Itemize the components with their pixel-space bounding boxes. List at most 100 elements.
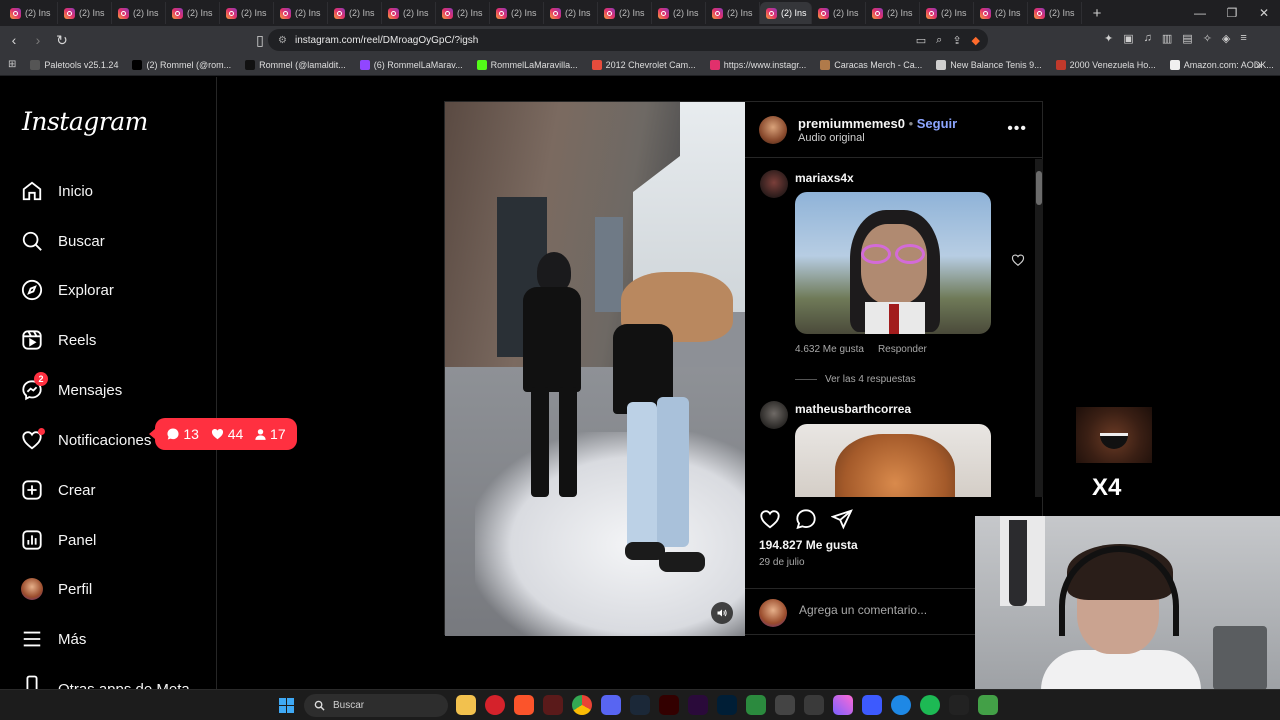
- browser-tab[interactable]: (2) Ins: [274, 2, 328, 24]
- reel-video[interactable]: [445, 102, 745, 636]
- browser-tab[interactable]: (2) Ins: [382, 2, 436, 24]
- comment-avatar[interactable]: [760, 401, 788, 429]
- browser-tab[interactable]: (2) Ins: [328, 2, 382, 24]
- spotify-icon[interactable]: [920, 695, 940, 715]
- nav-item-panel[interactable]: Panel: [20, 525, 96, 555]
- browser-tab[interactable]: (2) Ins: [220, 2, 274, 24]
- bookmark-item[interactable]: Rommel (@lamaldit...: [245, 59, 346, 70]
- bookmark-item[interactable]: 2012 Chevrolet Cam...: [591, 59, 696, 70]
- extensions-icon[interactable]: ✦: [1104, 32, 1113, 45]
- scrollbar-thumb[interactable]: [1036, 171, 1042, 205]
- app-icon[interactable]: [543, 695, 563, 715]
- comments-scrollbar[interactable]: [1035, 159, 1043, 497]
- nav-item-mas[interactable]: Más: [20, 624, 86, 654]
- brave-icon[interactable]: [514, 695, 534, 715]
- reply-button[interactable]: Responder: [878, 344, 927, 355]
- nav-item-otras-apps[interactable]: Otras apps de Meta: [20, 675, 190, 689]
- brave-shield-icon[interactable]: ◆: [972, 34, 980, 47]
- close-button[interactable]: ✕: [1248, 6, 1280, 20]
- notifications-popup[interactable]: 13 44 17: [149, 418, 297, 450]
- illustrator-icon[interactable]: [659, 695, 679, 715]
- browser-tab[interactable]: (2) Ins: [920, 2, 974, 24]
- site-info-icon[interactable]: ⚙: [278, 35, 287, 46]
- bookmark-item[interactable]: (6) RommelLaMarav...: [359, 59, 463, 70]
- bookmark-item[interactable]: RommelLaMaravilla...: [476, 59, 578, 70]
- maximize-button[interactable]: ❐: [1216, 6, 1248, 20]
- steam-icon[interactable]: [630, 695, 650, 715]
- browser-tab[interactable]: (2) Ins: [598, 2, 652, 24]
- comment-likes[interactable]: 4.632 Me gusta: [795, 344, 864, 355]
- author-avatar[interactable]: [759, 116, 787, 144]
- browser-tab[interactable]: (2) Ins: [866, 2, 920, 24]
- audio-label[interactable]: Audio original: [798, 132, 865, 144]
- browser-tab[interactable]: (2) Ins: [1028, 2, 1082, 24]
- nav-item-buscar[interactable]: Buscar: [20, 226, 105, 256]
- browser-tab[interactable]: (2) Ins: [812, 2, 866, 24]
- chrome-icon[interactable]: [572, 695, 592, 715]
- browser-tab[interactable]: (2) Ins: [166, 2, 220, 24]
- photoshop-icon[interactable]: [717, 695, 737, 715]
- share-icon[interactable]: ⇪: [952, 34, 961, 47]
- bookmark-item[interactable]: New Balance Tenis 9...: [936, 59, 1042, 70]
- comment-username[interactable]: matheusbarthcorrea: [795, 402, 911, 416]
- opera-icon[interactable]: [485, 695, 505, 715]
- file-explorer-icon[interactable]: [456, 695, 476, 715]
- url-field[interactable]: ⚙ instagram.com/reel/DMroagOyGpC/?igsh ▭…: [268, 29, 988, 51]
- app-icon[interactable]: [804, 695, 824, 715]
- view-replies-button[interactable]: Ver las 4 respuestas: [795, 374, 916, 385]
- discord-icon[interactable]: [601, 695, 621, 715]
- comment-like-icon[interactable]: [1011, 253, 1025, 272]
- likes-count[interactable]: 194.827 Me gusta: [759, 538, 858, 552]
- browser-tab[interactable]: (2) Ins: [544, 2, 598, 24]
- browser-tab[interactable]: (2) Ins: [974, 2, 1028, 24]
- app-icon[interactable]: [833, 695, 853, 715]
- app-icon[interactable]: [978, 695, 998, 715]
- comment-icon[interactable]: [795, 508, 817, 535]
- capcut-icon[interactable]: [949, 695, 969, 715]
- bookmark-item[interactable]: 2000 Venezuela Ho...: [1055, 59, 1156, 70]
- browser-tab[interactable]: (2) Ins: [58, 2, 112, 24]
- apps-grid-icon[interactable]: ⊞: [8, 59, 16, 70]
- premiere-icon[interactable]: [688, 695, 708, 715]
- back-button[interactable]: ‹: [4, 32, 24, 48]
- wallet-icon[interactable]: ▤: [1182, 32, 1192, 45]
- sidebar-icon[interactable]: ▥: [1162, 32, 1172, 45]
- mute-button[interactable]: [711, 602, 733, 624]
- comment-image-gif[interactable]: [795, 192, 991, 334]
- comment-image-gif[interactable]: [795, 424, 991, 497]
- nav-item-inicio[interactable]: Inicio: [20, 176, 93, 206]
- bookmark-item[interactable]: Caracas Merch - Ca...: [820, 59, 922, 70]
- ai-icon[interactable]: ✧: [1203, 32, 1212, 45]
- taskbar-search[interactable]: Buscar: [304, 694, 448, 717]
- reload-button[interactable]: ↻: [52, 32, 72, 49]
- like-icon[interactable]: [759, 508, 781, 535]
- windows-start-icon[interactable]: [279, 698, 294, 713]
- browser-tab-active[interactable]: (2) Ins: [760, 2, 812, 24]
- screenshot-icon[interactable]: ▣: [1123, 32, 1133, 45]
- app-icon[interactable]: [746, 695, 766, 715]
- nav-item-explorar[interactable]: Explorar: [20, 275, 114, 305]
- bookmark-item[interactable]: Paletools v25.1.24: [30, 59, 118, 70]
- install-icon[interactable]: ▭: [916, 34, 926, 47]
- nav-item-mensajes[interactable]: 2 Mensajes: [20, 372, 122, 405]
- share-icon[interactable]: [830, 508, 853, 535]
- nav-item-crear[interactable]: Crear: [20, 475, 96, 505]
- post-author[interactable]: premiummemes0: [798, 116, 905, 131]
- browser-tab[interactable]: (2) Ins: [706, 2, 760, 24]
- more-options-icon[interactable]: •••: [1007, 120, 1027, 138]
- forward-button[interactable]: ›: [28, 32, 48, 48]
- nav-item-notificaciones[interactable]: Notificaciones: [20, 425, 151, 455]
- comment-username[interactable]: mariaxs4x: [795, 171, 854, 185]
- nav-item-perfil[interactable]: Perfil: [20, 574, 92, 604]
- music-icon[interactable]: ♫: [1144, 32, 1152, 45]
- comment-avatar[interactable]: [760, 170, 788, 198]
- nav-item-reels[interactable]: Reels: [20, 325, 96, 355]
- follow-button[interactable]: Seguir: [917, 116, 957, 131]
- bookmarks-overflow-icon[interactable]: »: [1255, 58, 1262, 72]
- browser-menu-icon[interactable]: ≡: [1240, 32, 1246, 45]
- minimize-button[interactable]: —: [1184, 6, 1216, 20]
- bookmark-item[interactable]: (2) Rommel (@rom...: [132, 59, 231, 70]
- comments-list[interactable]: mariaxs4x 4.632 Me gusta Responder Ver l…: [745, 159, 1043, 497]
- browser-tab[interactable]: (2) Ins: [652, 2, 706, 24]
- browser-tab[interactable]: (2) Ins: [4, 2, 58, 24]
